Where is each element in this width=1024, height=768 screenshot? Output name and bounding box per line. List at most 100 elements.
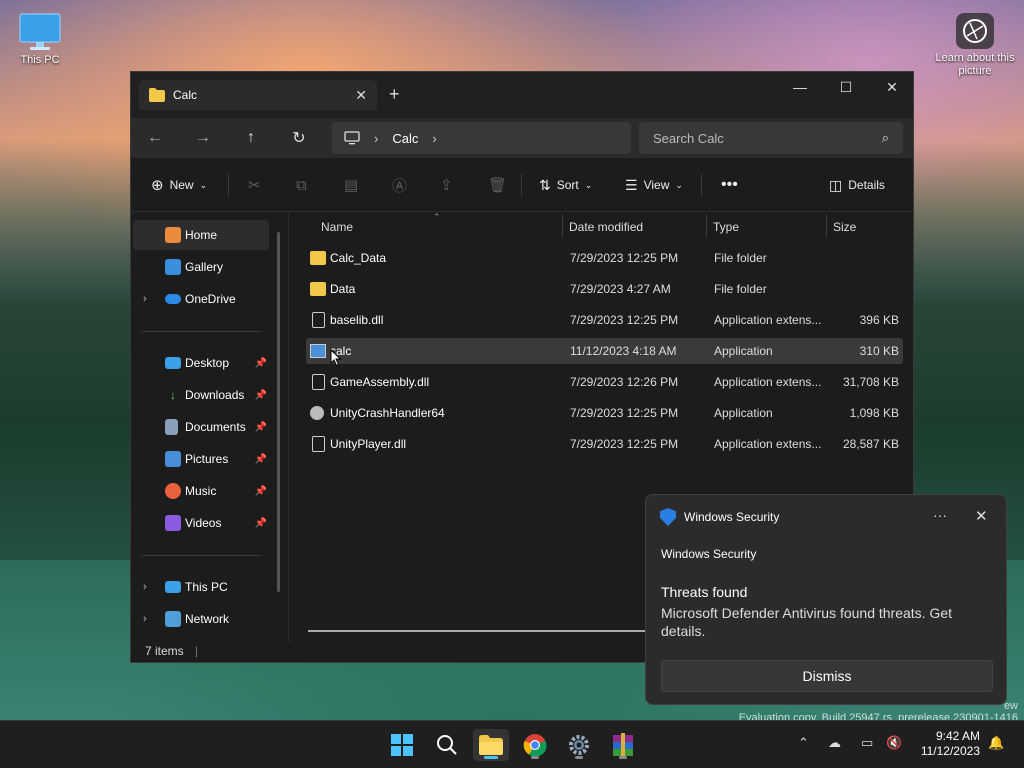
view-list-icon: ☰ <box>625 176 638 193</box>
pin-icon: 📌 <box>254 453 267 465</box>
delete-icon[interactable]: 🗑 <box>488 172 507 198</box>
divider <box>141 555 261 556</box>
active-indicator <box>484 756 498 759</box>
up-button[interactable]: ↑ <box>227 129 275 147</box>
sidebar-item-downloads[interactable]: ↓ Downloads 📌 <box>133 380 269 410</box>
file-row[interactable]: calc 11/12/2023 4:18 AM Application 310 … <box>306 338 903 367</box>
winrar-taskbar-button[interactable] <box>605 729 641 761</box>
file-explorer-taskbar-button[interactable] <box>473 729 509 761</box>
chevron-right-icon[interactable]: › <box>432 131 436 146</box>
file-size: 310 KB <box>859 344 899 358</box>
column-header-type[interactable]: Type <box>713 216 739 238</box>
maximize-button[interactable]: ☐ <box>823 72 869 102</box>
divider[interactable] <box>826 214 827 238</box>
chevron-down-icon: ⌄ <box>199 179 208 190</box>
forward-button[interactable]: → <box>179 129 227 147</box>
start-button[interactable] <box>384 729 420 761</box>
search-icon: ⌕ <box>881 130 889 145</box>
onedrive-offline-icon[interactable]: ☁ <box>828 735 841 751</box>
sort-button[interactable]: ⇅ Sort ⌄ <box>539 172 592 198</box>
sidebar-item-home[interactable]: Home <box>133 220 269 250</box>
network-icon[interactable]: ▭ <box>861 735 873 751</box>
details-pane-button[interactable]: ◫ Details <box>829 172 885 198</box>
sidebar-item-onedrive[interactable]: › OneDrive <box>133 284 269 314</box>
file-row[interactable]: GameAssembly.dll 7/29/2023 12:26 PM Appl… <box>306 369 903 395</box>
copy-icon[interactable]: ⧉ <box>296 172 307 198</box>
chevron-right-icon[interactable]: › <box>143 613 147 625</box>
search-input[interactable]: Search Calc ⌕ <box>639 122 903 154</box>
pin-icon: 📌 <box>254 357 267 369</box>
more-options-icon[interactable]: ··· <box>933 507 947 523</box>
desktop-icon-label: This PC <box>20 54 60 66</box>
sidebar-item-music[interactable]: Music 📌 <box>133 476 269 506</box>
address-bar[interactable]: › Calc › <box>332 122 631 154</box>
tab-calc[interactable]: Calc ✕ <box>139 80 377 110</box>
file-date: 7/29/2023 12:25 PM <box>570 251 679 265</box>
app-icon <box>310 344 326 358</box>
file-row[interactable]: baselib.dll 7/29/2023 12:25 PM Applicati… <box>306 307 903 333</box>
share-icon[interactable]: ⇪ <box>440 172 453 198</box>
file-row[interactable]: UnityCrashHandler64 7/29/2023 12:25 PM A… <box>306 400 903 426</box>
sidebar-label: OneDrive <box>185 292 236 306</box>
chevron-right-icon[interactable]: › <box>143 293 147 305</box>
close-icon[interactable]: ✕ <box>975 507 988 525</box>
sidebar-scrollbar[interactable] <box>277 232 280 592</box>
desktop-icon-label: Learn about this picture <box>935 52 1015 77</box>
new-tab-button[interactable]: + <box>389 84 400 105</box>
desktop-icon-learn-picture[interactable]: Learn about this picture <box>935 12 1015 78</box>
column-header-date[interactable]: Date modified <box>569 216 643 238</box>
column-header-size[interactable]: Size <box>833 216 856 238</box>
notification-bell-icon[interactable]: 🔔 <box>988 735 1004 751</box>
sidebar-label: Music <box>185 484 217 498</box>
refresh-button[interactable]: ↻ <box>275 128 323 148</box>
sidebar-item-gallery[interactable]: Gallery <box>133 252 269 282</box>
minimize-button[interactable]: — <box>777 72 823 102</box>
camera-info-icon <box>956 13 994 49</box>
volume-muted-icon[interactable]: 🔇 <box>886 735 902 751</box>
file-list-scrollbar[interactable] <box>308 630 648 632</box>
file-name: Data <box>330 282 356 296</box>
sidebar-item-documents[interactable]: Documents 📌 <box>133 412 269 442</box>
cut-icon[interactable]: ✂ <box>248 172 261 198</box>
notification-app-name: Windows Security <box>684 510 780 524</box>
file-row[interactable]: UnityPlayer.dll 7/29/2023 12:25 PM Appli… <box>306 431 903 457</box>
download-arrow-icon: ↓ <box>170 388 176 402</box>
dismiss-button[interactable]: Dismiss <box>661 660 993 692</box>
sidebar-item-videos[interactable]: Videos 📌 <box>133 508 269 538</box>
file-date: 11/12/2023 4:18 AM <box>570 344 677 358</box>
search-button[interactable] <box>429 729 465 761</box>
sidebar-label: Downloads <box>185 388 245 402</box>
divider[interactable] <box>562 214 563 238</box>
settings-taskbar-button[interactable] <box>561 729 597 761</box>
sidebar-item-this-pc[interactable]: › This PC <box>133 572 269 602</box>
chevron-right-icon: › <box>374 130 379 146</box>
file-row[interactable]: Calc_Data 7/29/2023 12:25 PM File folder <box>306 245 903 271</box>
chevron-right-icon[interactable]: › <box>143 581 147 593</box>
desktop-icon-this-pc[interactable]: This PC <box>0 12 80 67</box>
column-header-name[interactable]: Name <box>321 216 353 238</box>
sidebar-item-desktop[interactable]: Desktop 📌 <box>133 348 269 378</box>
sidebar-item-pictures[interactable]: Pictures 📌 <box>133 444 269 474</box>
divider <box>701 174 702 196</box>
divider[interactable] <box>706 214 707 238</box>
rename-icon[interactable]: Ⓐ <box>392 172 407 198</box>
new-button[interactable]: ⊕ New ⌄ <box>151 172 207 198</box>
view-button[interactable]: ☰ View ⌄ <box>625 172 683 198</box>
file-size: 31,708 KB <box>842 375 899 389</box>
file-row[interactable]: Data 7/29/2023 4:27 AM File folder <box>306 276 903 302</box>
file-type: Application <box>714 344 773 358</box>
close-window-button[interactable]: ✕ <box>869 72 915 102</box>
close-tab-icon[interactable]: ✕ <box>355 87 367 104</box>
back-button[interactable]: ← <box>131 129 179 147</box>
breadcrumb-calc[interactable]: Calc <box>392 131 418 146</box>
notification-subtitle: Windows Security <box>661 547 757 561</box>
folder-icon <box>149 88 165 102</box>
system-clock[interactable]: 9:42 AM 11/12/2023 <box>921 729 980 759</box>
sort-ascending-icon: ⌃ <box>433 211 441 222</box>
chevron-up-icon[interactable]: ⌃ <box>798 735 809 751</box>
more-options-icon[interactable]: ••• <box>721 172 738 198</box>
chrome-taskbar-button[interactable] <box>517 729 553 761</box>
paste-icon[interactable]: ▤ <box>344 172 358 198</box>
windows-security-notification[interactable]: Windows Security ··· ✕ Windows Security … <box>645 494 1007 705</box>
sidebar-item-network[interactable]: › Network <box>133 604 269 634</box>
